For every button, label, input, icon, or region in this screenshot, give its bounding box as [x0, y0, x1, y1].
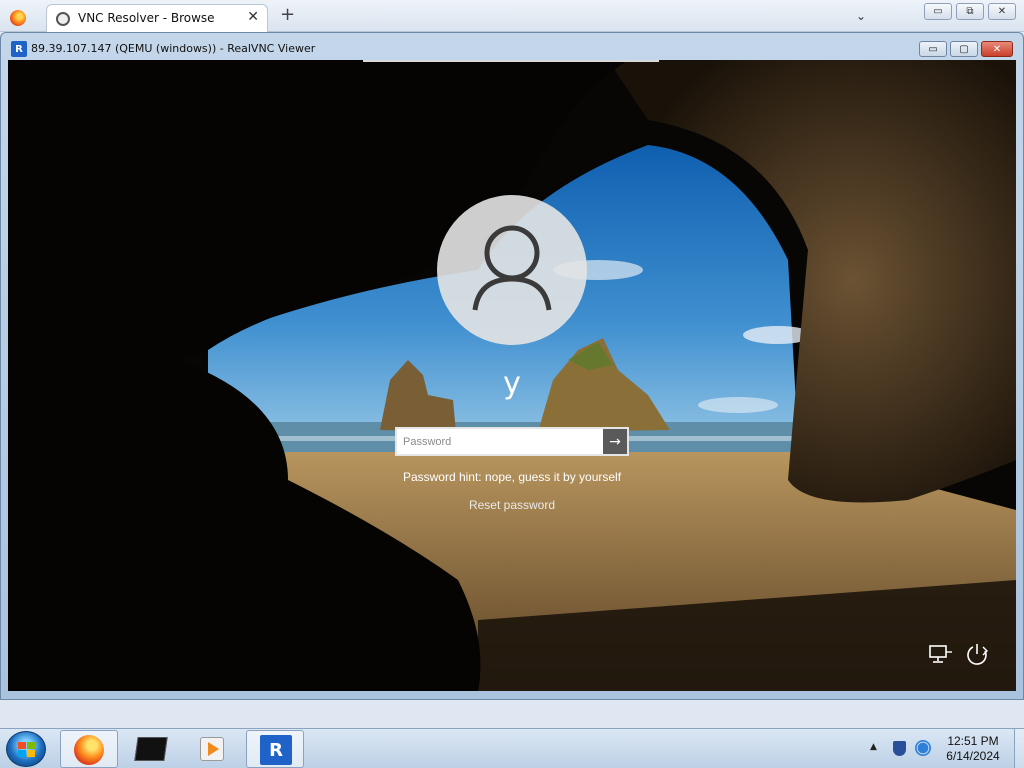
vnc-window-title: 89.39.107.147 (QEMU (windows)) - RealVNC…	[31, 42, 316, 55]
browser-window-controls: ▭ ⧉ ✕	[924, 3, 1016, 20]
browser-tab[interactable]: VNC Resolver - Browse ✕	[46, 4, 268, 32]
clock-date: 6/14/2024	[946, 749, 1000, 763]
vnc-titlebar[interactable]: R 89.39.107.147 (QEMU (windows)) - RealV…	[1, 33, 1023, 61]
tab-title: VNC Resolver - Browse	[78, 11, 215, 25]
taskbar-media-player[interactable]	[184, 730, 242, 768]
tray-network-icon[interactable]	[915, 740, 931, 756]
reset-password-link[interactable]: Reset password	[8, 498, 1016, 512]
security-shield-icon[interactable]	[893, 741, 906, 756]
realvnc-icon: R	[260, 735, 292, 765]
start-button[interactable]	[6, 731, 46, 767]
new-tab-button[interactable]: +	[280, 6, 295, 24]
user-silhouette-icon	[472, 225, 552, 311]
vnc-minimize-button[interactable]: ▭	[919, 41, 947, 57]
system-clock[interactable]: 12:51 PM 6/14/2024	[936, 734, 1010, 764]
power-icon[interactable]	[964, 642, 990, 666]
firefox-icon	[74, 735, 104, 765]
taskbar-realvnc[interactable]: R	[246, 730, 304, 768]
username-label: y	[503, 366, 521, 401]
tab-favicon-icon	[56, 12, 70, 26]
vnc-window-controls: ▭ ▢ ✕	[919, 41, 1013, 57]
realvnc-logo-icon[interactable]: R	[11, 41, 27, 57]
vnc-maximize-button[interactable]: ▢	[950, 41, 978, 57]
show-desktop-button[interactable]	[1014, 729, 1024, 768]
browser-minimize-button[interactable]: ▭	[924, 3, 952, 20]
taskbar: R ▲ 12:51 PM 6/14/2024	[0, 728, 1024, 768]
browser-tab-strip: VNC Resolver - Browse ✕ + ⌄ ▭ ⧉ ✕	[0, 0, 1024, 32]
tray-expand-icon[interactable]: ▲	[870, 742, 877, 752]
browser-restore-button[interactable]: ⧉	[956, 3, 984, 20]
chevron-down-icon[interactable]: ⌄	[856, 9, 866, 23]
browser-close-button[interactable]: ✕	[988, 3, 1016, 20]
network-icon[interactable]	[928, 644, 954, 664]
firefox-menu-icon[interactable]	[10, 10, 26, 26]
vnc-close-button[interactable]: ✕	[981, 41, 1013, 57]
taskbar-firefox[interactable]	[60, 730, 118, 768]
password-box: →	[395, 427, 629, 456]
clock-time: 12:51 PM	[947, 734, 999, 748]
remote-desktop-screen[interactable]: y → Password hint: nope, guess it by you…	[8, 60, 1016, 691]
tab-close-icon[interactable]: ✕	[247, 9, 259, 25]
taskbar-terminal[interactable]	[122, 730, 180, 768]
password-hint: Password hint: nope, guess it by yoursel…	[402, 470, 622, 484]
windows-logo-icon	[18, 742, 35, 757]
terminal-icon	[134, 737, 168, 761]
media-player-icon	[200, 737, 224, 761]
password-input[interactable]	[397, 429, 603, 454]
submit-arrow-icon[interactable]: →	[603, 429, 627, 454]
user-avatar	[437, 195, 587, 345]
